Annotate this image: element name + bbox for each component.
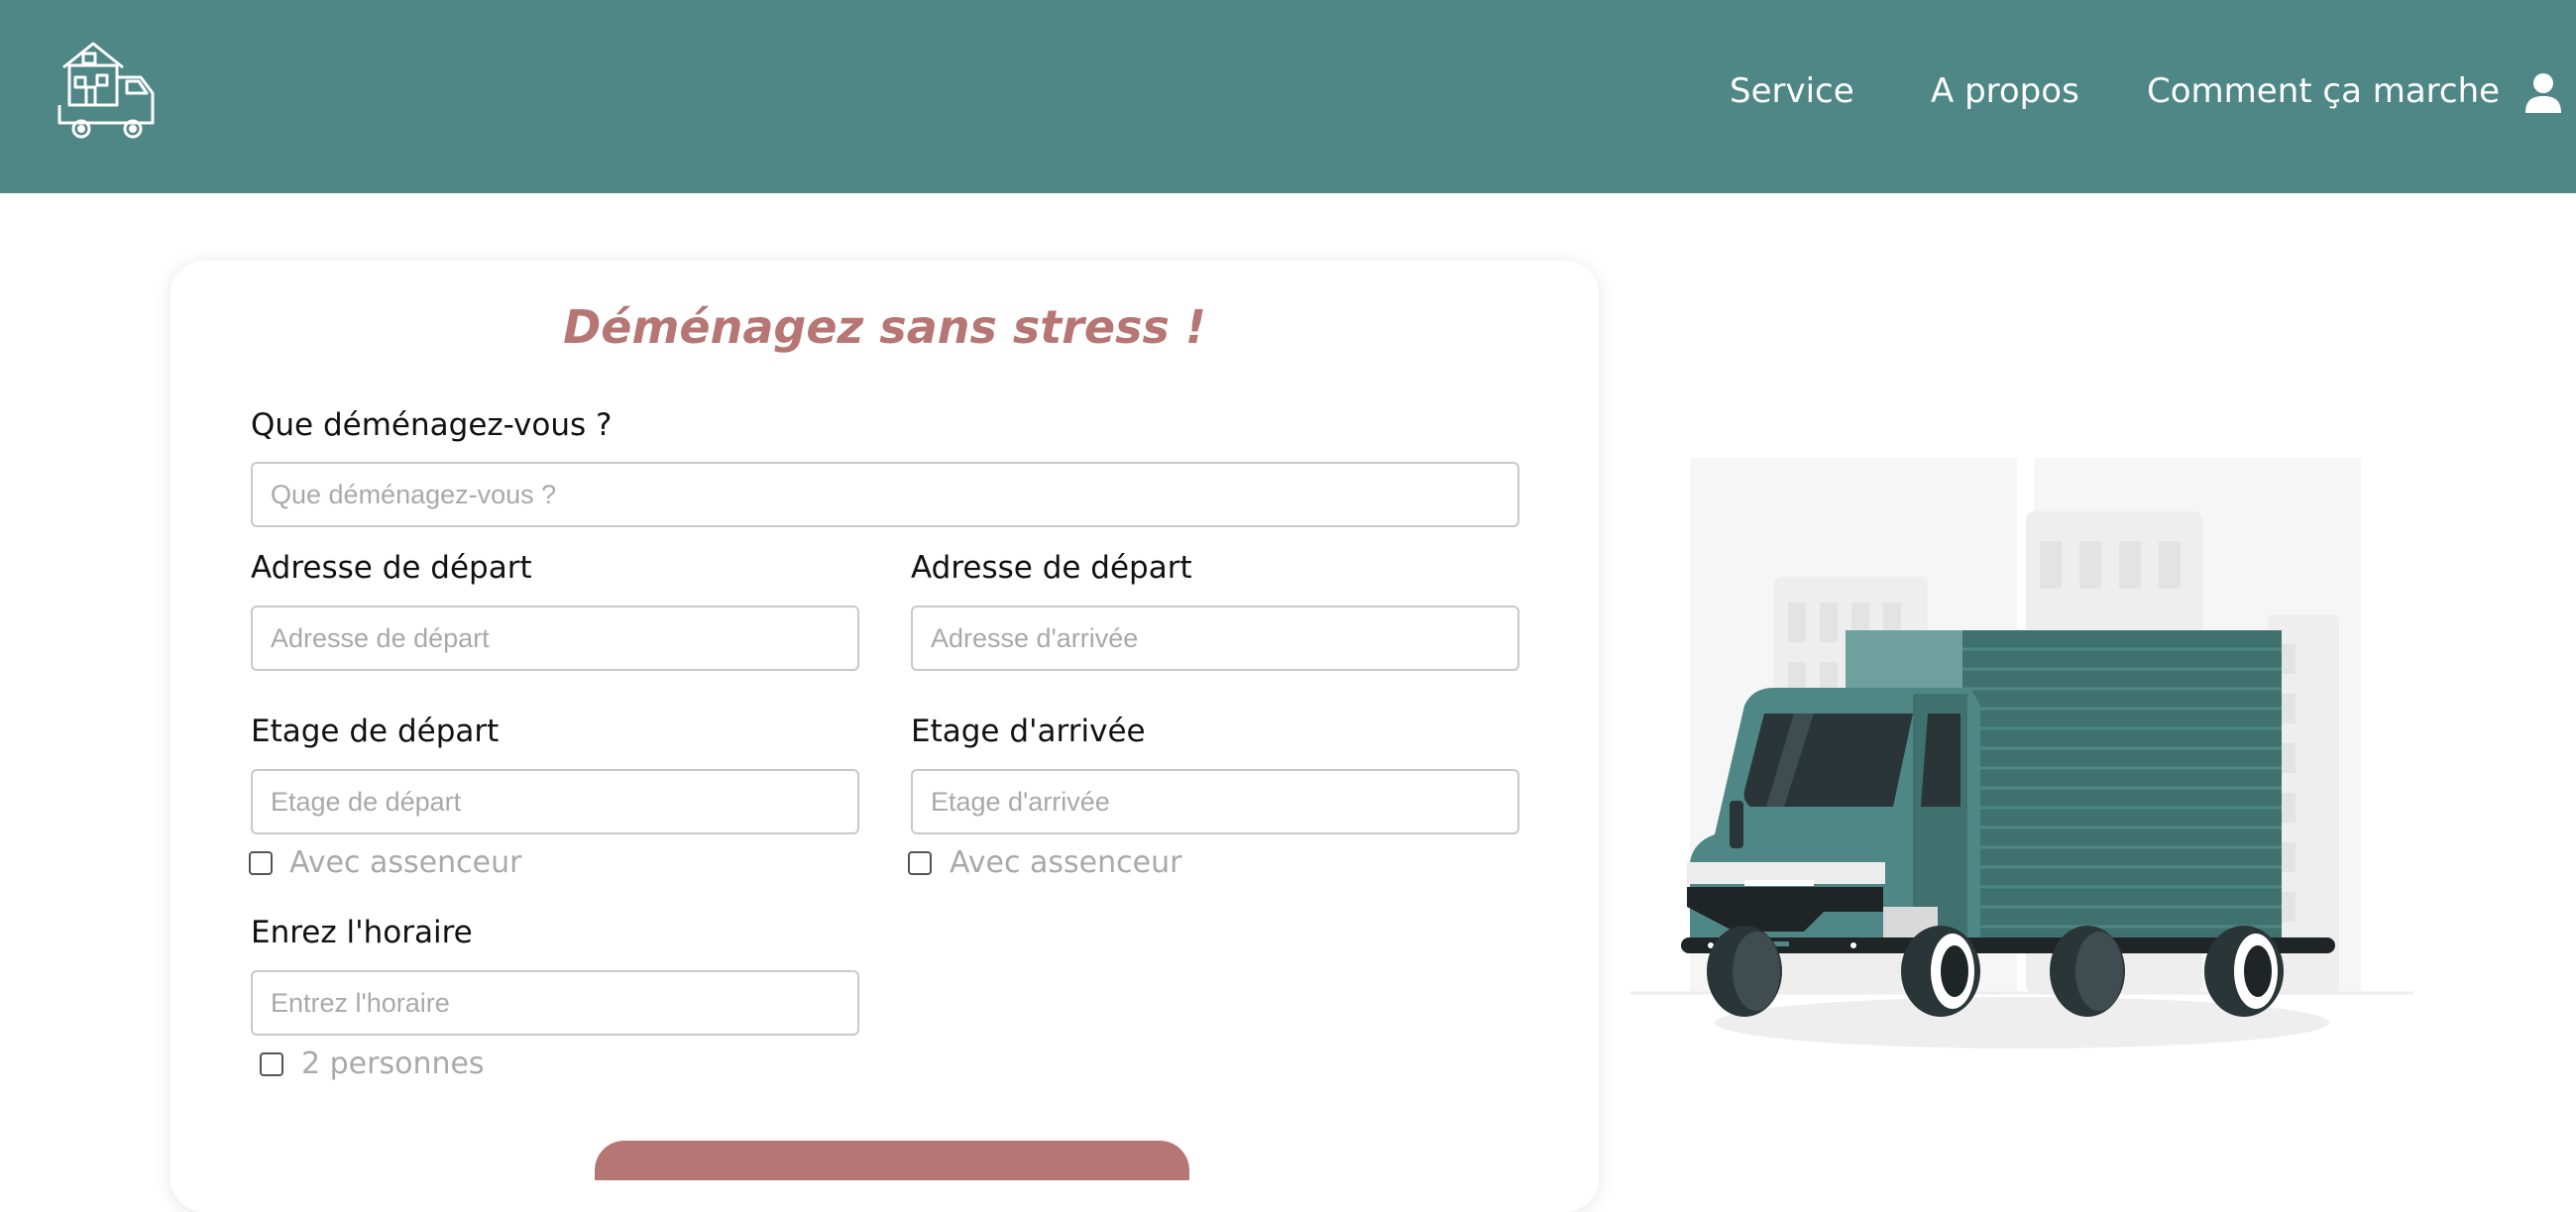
departure-elevator-label: Avec assenceur: [289, 845, 522, 880]
what-moving-label: Que déménagez-vous ?: [251, 407, 613, 443]
two-people-label: 2 personnes: [301, 1047, 485, 1081]
nav-link-how-it-works[interactable]: Comment ça marche: [2147, 71, 2500, 111]
arrival-address-label: Adresse de départ: [911, 550, 1192, 586]
schedule-label: Enrez l'horaire: [251, 915, 473, 950]
main-nav: Service A propos Comment ça marche: [0, 71, 2576, 131]
delivery-truck-city-illustration-icon: [1630, 458, 2413, 1048]
what-moving-input[interactable]: [251, 462, 1519, 527]
schedule-input[interactable]: [251, 970, 859, 1036]
departure-address-label: Adresse de départ: [251, 550, 532, 586]
arrival-floor-input[interactable]: [911, 769, 1519, 834]
form-title: Déménagez sans stress !: [563, 300, 1206, 354]
departure-floor-input[interactable]: [251, 769, 859, 834]
arrival-elevator-checkbox[interactable]: [908, 851, 932, 875]
moving-form-card: Déménagez sans stress ! Que déménagez-vo…: [170, 261, 1599, 1212]
user-icon[interactable]: [2523, 71, 2563, 117]
arrival-floor-label: Etage d'arrivée: [911, 714, 1146, 749]
departure-elevator-checkbox[interactable]: [249, 851, 273, 875]
two-people-checkbox[interactable]: [260, 1052, 283, 1076]
top-navbar: Service A propos Comment ça marche: [0, 0, 2576, 193]
departure-floor-label: Etage de départ: [251, 714, 500, 749]
submit-button[interactable]: [595, 1141, 1189, 1180]
arrival-address-input[interactable]: [911, 606, 1519, 671]
arrival-elevator-label: Avec assenceur: [950, 845, 1182, 880]
nav-link-about[interactable]: A propos: [1931, 71, 2079, 111]
departure-address-input[interactable]: [251, 606, 859, 671]
nav-link-service[interactable]: Service: [1730, 71, 1854, 111]
